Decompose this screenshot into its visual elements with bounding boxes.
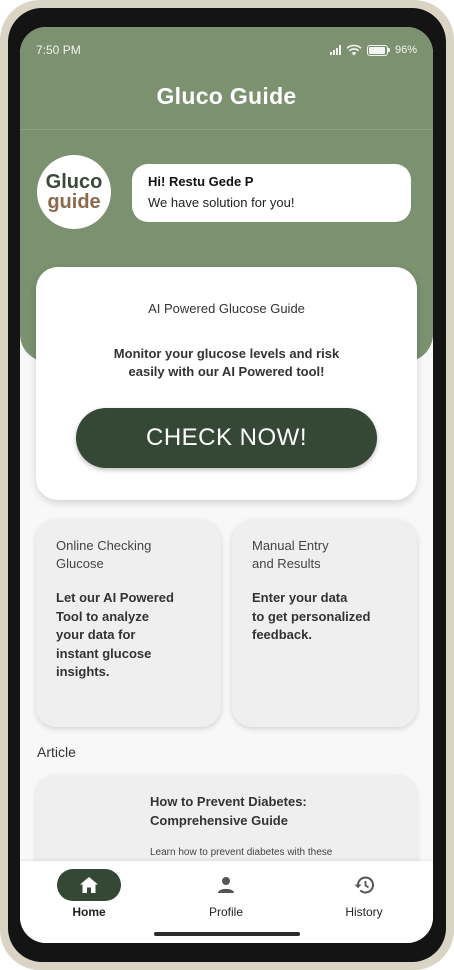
app-title: Gluco Guide bbox=[156, 83, 297, 109]
app-logo: Gluco guide bbox=[37, 155, 111, 229]
feature-description: Let our AI Powered Tool to analyze your … bbox=[56, 590, 174, 679]
article-section-label: Article bbox=[37, 744, 76, 760]
greeting-message: We have solution for you! bbox=[148, 195, 295, 210]
hero-description: Monitor your glucose levels and risk eas… bbox=[113, 346, 340, 379]
greeting-name: Hi! Restu Gede P bbox=[148, 174, 254, 189]
article-title: How to Prevent Diabetes: Comprehensive G… bbox=[150, 794, 307, 828]
manual-entry-card[interactable]: Manual Entry and Results Enter your data… bbox=[232, 520, 417, 727]
app-screen: 7:50 PM 96% Gluco Guide Gluco guide Hi! … bbox=[20, 27, 433, 943]
online-checking-card[interactable]: Online Checking Glucose Let our AI Power… bbox=[36, 520, 221, 727]
nav-label-profile: Profile bbox=[208, 905, 243, 919]
logo-text-gluco: Gluco bbox=[45, 171, 103, 193]
nav-item-home[interactable]: Home bbox=[39, 869, 139, 919]
home-indicator-bar[interactable] bbox=[154, 932, 300, 936]
nav-label-home: Home bbox=[72, 905, 106, 919]
check-now-button[interactable]: CHECK NOW! bbox=[76, 408, 377, 468]
nav-item-profile[interactable]: Profile bbox=[176, 869, 276, 919]
status-bar: 7:50 PM 96% bbox=[20, 27, 433, 73]
feature-description: Enter your data to get personalized feed… bbox=[252, 590, 371, 642]
battery-percent: 96% bbox=[394, 44, 417, 56]
status-icons: 96% bbox=[329, 44, 417, 56]
history-icon bbox=[354, 876, 374, 894]
wifi-icon bbox=[346, 44, 362, 56]
feature-title: Manual Entry and Results bbox=[252, 538, 329, 571]
title-divider bbox=[20, 129, 433, 130]
nav-label-history: History bbox=[345, 905, 383, 919]
article-snippet: Learn how to prevent diabetes with these bbox=[150, 847, 333, 858]
status-time: 7:50 PM bbox=[36, 43, 81, 57]
signal-icon bbox=[329, 45, 341, 55]
nav-item-history[interactable]: History bbox=[314, 869, 414, 919]
person-icon bbox=[218, 877, 234, 893]
logo-text-guide: guide bbox=[47, 191, 101, 213]
bottom-navigation: Home Profile History bbox=[20, 861, 433, 943]
feature-title: Online Checking Glucose bbox=[56, 538, 152, 571]
home-icon bbox=[80, 877, 98, 893]
hero-subtitle: AI Powered Glucose Guide bbox=[148, 301, 305, 316]
ai-guide-card: AI Powered Glucose Guide Monitor your gl… bbox=[36, 267, 417, 500]
greeting-card: Hi! Restu Gede P We have solution for yo… bbox=[132, 164, 411, 222]
battery-icon bbox=[366, 44, 390, 56]
